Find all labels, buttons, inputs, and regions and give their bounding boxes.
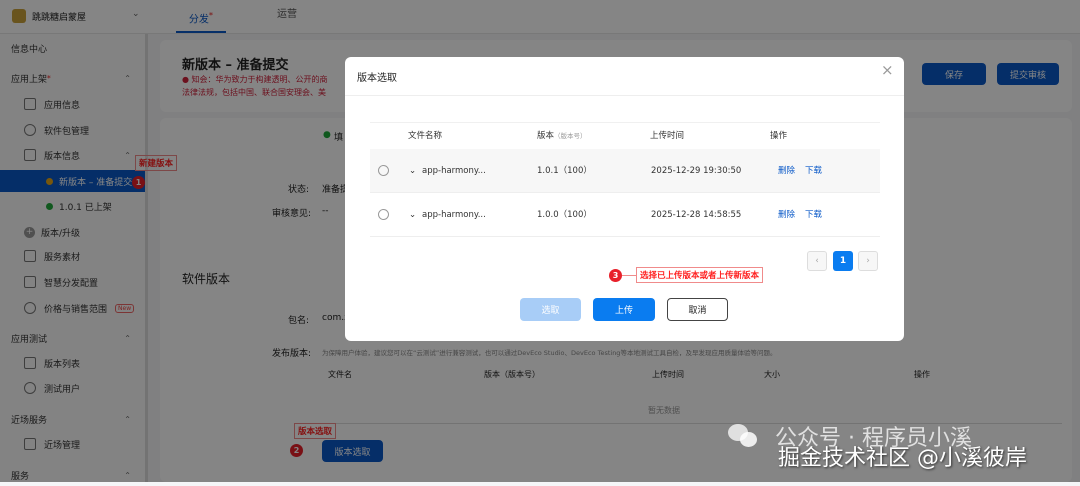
expand-chevron-icon[interactable]: ⌄ [409, 193, 416, 237]
table-row[interactable]: ⌄ app-harmony... 1.0.1（100） 2025-12-29 1… [370, 149, 880, 193]
delete-link[interactable]: 删除 [778, 166, 795, 176]
dialog-title: 版本选取 [357, 73, 397, 84]
col-header-version-sub: （版本号） [554, 132, 587, 140]
col-header-name: 文件名称 [408, 131, 443, 141]
divider [345, 95, 904, 96]
close-icon[interactable]: × [881, 61, 894, 79]
upload-button[interactable]: 上传 [593, 298, 655, 321]
delete-link[interactable]: 删除 [778, 210, 795, 220]
annotation-upload-hint: 选择已上传版本或者上传新版本 [636, 267, 764, 283]
next-page-button[interactable]: › [858, 251, 878, 271]
expand-chevron-icon[interactable]: ⌄ [409, 149, 416, 193]
col-header-version: 版本 [537, 131, 555, 141]
upload-time: 2025-12-28 14:58:55 [651, 210, 742, 220]
annotation-badge-3: 3 [609, 269, 622, 282]
col-header-time: 上传时间 [650, 131, 685, 141]
version-select-dialog: 版本选取 × 文件名称 版本（版本号） 上传时间 操作 ⌄ app-harmon… [345, 57, 904, 341]
wechat-icon [728, 424, 758, 448]
select-button[interactable]: 选取 [520, 298, 581, 321]
version: 1.0.0（100） [537, 210, 592, 220]
upload-time: 2025-12-29 19:30:50 [651, 166, 742, 176]
download-link[interactable]: 下载 [805, 166, 822, 176]
page-1-button[interactable]: 1 [833, 251, 853, 271]
row-radio[interactable] [378, 165, 389, 176]
download-link[interactable]: 下载 [805, 210, 822, 220]
prev-page-button[interactable]: ‹ [807, 251, 827, 271]
file-name: app-harmony... [422, 166, 486, 176]
row-radio[interactable] [378, 209, 389, 220]
cancel-button[interactable]: 取消 [667, 298, 728, 321]
col-header-ops: 操作 [770, 131, 788, 141]
dialog-table-header: 文件名称 版本（版本号） 上传时间 操作 [370, 122, 880, 148]
watermark-line2: 掘金技术社区 @小溪彼岸 [778, 446, 1027, 471]
file-name: app-harmony... [422, 210, 486, 220]
table-row[interactable]: ⌄ app-harmony... 1.0.0（100） 2025-12-28 1… [370, 193, 880, 237]
annotation-leader-line [622, 275, 636, 276]
version: 1.0.1（100） [537, 166, 592, 176]
